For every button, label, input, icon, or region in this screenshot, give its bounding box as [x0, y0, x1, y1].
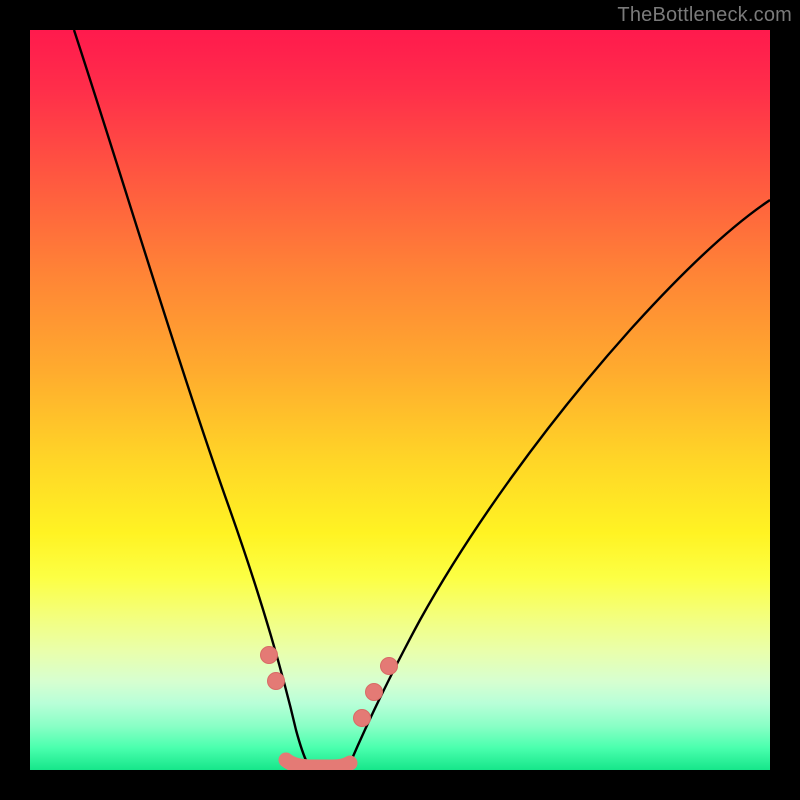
right-curve — [348, 200, 770, 768]
plot-area — [30, 30, 770, 770]
marker-dot — [366, 684, 383, 701]
marker-dot — [381, 658, 398, 675]
curve-layer — [30, 30, 770, 770]
watermark-text: TheBottleneck.com — [617, 4, 792, 27]
marker-dot — [268, 673, 285, 690]
marker-dot — [354, 710, 371, 727]
marker-dot — [261, 647, 278, 664]
chart-frame: TheBottleneck.com — [0, 0, 800, 800]
floor-band — [286, 760, 350, 767]
